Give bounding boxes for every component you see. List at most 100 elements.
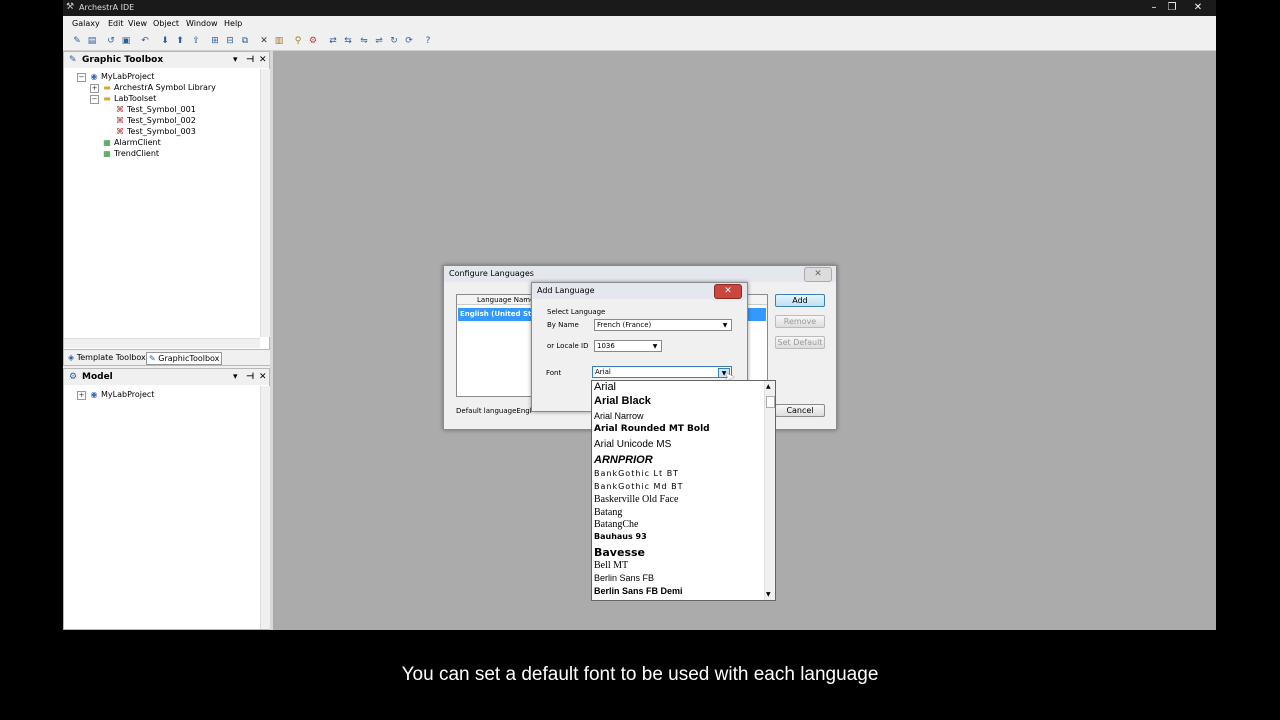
dialog-close-icon[interactable]: ✕: [714, 284, 742, 299]
font-option[interactable]: Arial Narrow: [594, 411, 644, 421]
menu-view[interactable]: View: [128, 19, 147, 28]
cancel-button[interactable]: Cancel: [775, 404, 825, 417]
symbol-icon: ⌘: [116, 105, 124, 114]
locale-id-label: or Locale ID: [547, 342, 589, 350]
client-control-icon: ▦: [103, 149, 111, 158]
font-option[interactable]: Bell MT: [594, 560, 628, 571]
title-bar: ⚒ ArchestrA IDE – ❐ ✕: [63, 0, 1216, 16]
export-icon[interactable]: ⊟: [225, 36, 235, 46]
import-icon[interactable]: ⊞: [210, 36, 220, 46]
new-object-icon[interactable]: ✎: [72, 36, 82, 46]
close-icon[interactable]: ✕: [1187, 0, 1209, 16]
save-icon[interactable]: ▣: [121, 36, 131, 46]
expand-icon[interactable]: +: [77, 391, 86, 400]
vertical-scrollbar[interactable]: [260, 386, 270, 629]
font-option[interactable]: BankGothic Lt BT: [594, 469, 679, 478]
panel-close-icon[interactable]: ✕: [259, 52, 267, 68]
scroll-up-icon[interactable]: ▲: [766, 383, 771, 390]
horizontal-scrollbar[interactable]: [64, 338, 260, 348]
dialog-close-icon[interactable]: ✕: [804, 267, 832, 282]
tree-item-test-symbol-002[interactable]: ⌘ Test_Symbol_002: [115, 116, 196, 126]
tree-item-test-symbol-001[interactable]: ⌘ Test_Symbol_001: [115, 105, 196, 115]
tree-item-alarmclient[interactable]: ▦ AlarmClient: [102, 138, 160, 148]
tab-template-toolbox[interactable]: ◈ Template Toolbox: [66, 352, 148, 363]
locale-id-combo[interactable]: 1036 ▼: [594, 340, 662, 352]
menu-edit[interactable]: Edit: [108, 19, 124, 28]
delete-icon[interactable]: ✕: [259, 36, 269, 46]
link-3-icon[interactable]: ⇋: [359, 36, 369, 46]
font-option[interactable]: Bauhaus 93: [594, 532, 647, 541]
tree-item-test-symbol-003[interactable]: ⌘ Test_Symbol_003: [115, 127, 196, 137]
menu-object[interactable]: Object: [153, 19, 179, 28]
tree-item-mylabproject[interactable]: ◉ MyLabProject: [89, 72, 155, 82]
panel-dropdown-icon[interactable]: ▾: [233, 369, 238, 385]
font-option[interactable]: Arial Unicode MS: [594, 439, 671, 450]
toolbox-tabs: ◈ Template Toolbox ✎ GraphicToolbox: [64, 349, 271, 365]
panel-dropdown-icon[interactable]: ▾: [233, 52, 238, 68]
font-option[interactable]: Arial: [594, 381, 616, 393]
tree-item-trendclient[interactable]: ▦ TrendClient: [102, 149, 159, 159]
graphic-toolbox-icon: ✎: [149, 354, 159, 363]
menu-bar: Galaxy Edit View Object Window Help: [63, 16, 1216, 32]
expand-icon[interactable]: +: [90, 84, 99, 93]
panel-close-icon[interactable]: ✕: [259, 369, 267, 385]
font-option[interactable]: Bavesse: [594, 546, 645, 559]
font-option[interactable]: ARNPRIOR: [594, 454, 653, 466]
tree-item-mylabproject[interactable]: ◉ MyLabProject: [89, 390, 155, 400]
font-option[interactable]: BatangChe: [594, 519, 638, 530]
upload-icon[interactable]: ⇪: [191, 36, 201, 46]
properties-icon[interactable]: ▤: [87, 36, 97, 46]
undo-icon[interactable]: ↶: [140, 36, 150, 46]
remove-button[interactable]: Remove: [775, 315, 825, 328]
folder-icon: ▬: [103, 94, 111, 103]
chevron-down-icon: ▼: [722, 322, 728, 329]
font-option[interactable]: Arial Black: [594, 395, 651, 407]
panel-title: Model: [82, 372, 113, 382]
font-option[interactable]: Arial Rounded MT Bold: [594, 424, 710, 434]
graphic-toolbox-panel: ✎ Graphic Toolbox ▾ ⊣ ✕ − ◉ MyLabProject …: [63, 51, 271, 366]
scroll-thumb[interactable]: [766, 396, 775, 408]
set-default-button[interactable]: Set Default: [775, 336, 825, 349]
restore-icon[interactable]: ❐: [1161, 0, 1183, 16]
font-option[interactable]: Berlin Sans FB Demi: [594, 586, 683, 596]
security-icon[interactable]: ⚙: [308, 36, 318, 46]
video-caption-bar: You can set a default font to be used wi…: [0, 630, 1280, 720]
help-icon[interactable]: ?: [423, 36, 433, 46]
check-in-icon[interactable]: ↺: [106, 36, 116, 46]
find-icon[interactable]: ⚲: [293, 36, 303, 46]
by-name-label: By Name: [547, 321, 579, 329]
pin-icon[interactable]: ⊣: [246, 52, 254, 68]
pin-icon[interactable]: ⊣: [246, 369, 254, 385]
menu-window[interactable]: Window: [186, 19, 218, 28]
collapse-icon[interactable]: −: [77, 73, 86, 82]
font-list-scrollbar[interactable]: ▲ ▼: [764, 381, 775, 600]
collapse-icon[interactable]: −: [90, 95, 99, 104]
tree-item-labtoolset[interactable]: ▬ LabToolset: [102, 94, 156, 104]
add-button[interactable]: Add: [775, 294, 825, 307]
scroll-down-icon[interactable]: ▼: [766, 591, 771, 598]
default-language-label: Default languageEngl: [456, 407, 532, 415]
menu-help[interactable]: Help: [224, 19, 242, 28]
deploy-icon[interactable]: ⬇: [160, 36, 170, 46]
link-5-icon[interactable]: ↻: [389, 36, 399, 46]
font-option[interactable]: Batang: [594, 507, 622, 518]
link-4-icon[interactable]: ⇌: [374, 36, 384, 46]
font-option[interactable]: BankGothic Md BT: [594, 482, 683, 491]
language-name-combo[interactable]: French (France) ▼: [594, 319, 732, 331]
font-option[interactable]: Berlin Sans FB: [594, 573, 654, 583]
open-icon[interactable]: ▥: [274, 36, 284, 46]
link-1-icon[interactable]: ⇄: [328, 36, 338, 46]
refresh-icon[interactable]: ⟳: [404, 36, 414, 46]
copy-icon[interactable]: ⧉: [240, 36, 250, 46]
menu-galaxy[interactable]: Galaxy: [72, 19, 100, 28]
tab-graphic-toolbox[interactable]: ✎ GraphicToolbox: [146, 352, 223, 365]
font-dropdown-list[interactable]: Arial Arial Black Arial Narrow Arial Rou…: [591, 380, 776, 601]
link-2-icon[interactable]: ⇆: [343, 36, 353, 46]
font-combo[interactable]: Arial ▼: [592, 366, 732, 378]
vertical-scrollbar[interactable]: [260, 69, 270, 337]
undeploy-icon[interactable]: ⬆: [175, 36, 185, 46]
symbol-icon: ⌘: [116, 116, 124, 125]
font-option[interactable]: Baskerville Old Face: [594, 494, 678, 505]
tree-item-symbol-library[interactable]: ▬ ArchestrA Symbol Library: [102, 83, 216, 93]
graphic-toolbox-header: ✎ Graphic Toolbox ▾ ⊣ ✕: [64, 52, 269, 68]
